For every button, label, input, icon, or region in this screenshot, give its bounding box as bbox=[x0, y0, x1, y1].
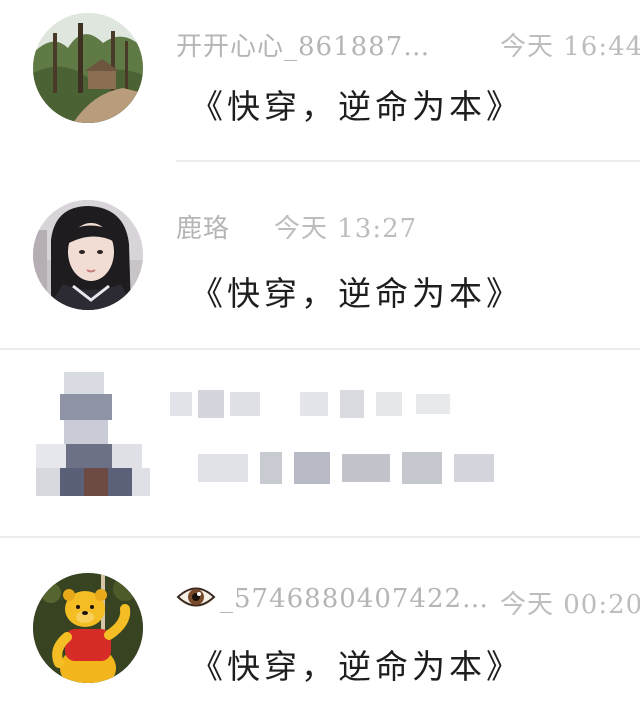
winnie-the-pooh-avatar bbox=[33, 573, 143, 683]
forest-photo-avatar bbox=[33, 13, 143, 123]
pixelated-message bbox=[198, 448, 498, 488]
eye-icon bbox=[176, 584, 216, 617]
avatar[interactable] bbox=[33, 573, 143, 683]
comment-text: 《快穿，逆命为本》 bbox=[190, 647, 523, 686]
comment-header: 鹿珞 今天 13:27 bbox=[176, 208, 416, 245]
comment-item[interactable]: _5746880407422… 今天 00:20 《快穿，逆命为本》 bbox=[0, 540, 640, 721]
comment-item-censored[interactable] bbox=[0, 350, 640, 540]
comment-text: 《快穿，逆命为本》 bbox=[190, 87, 523, 126]
comment-list: 开开心心_861887… 今天 16:44 《快穿，逆命为本》 鹿珞 今天 13… bbox=[0, 0, 640, 721]
girl-portrait-avatar bbox=[33, 200, 143, 310]
divider bbox=[176, 160, 640, 162]
comment-header: _5746880407422… 今天 00:20 bbox=[176, 584, 640, 620]
comment-header: 开开心心_861887… 今天 16:44 bbox=[176, 26, 640, 63]
avatar[interactable] bbox=[33, 13, 143, 123]
timestamp: 今天 16:44 bbox=[500, 32, 640, 62]
comment-item[interactable]: 开开心心_861887… 今天 16:44 《快穿，逆命为本》 bbox=[0, 0, 640, 165]
comment-text: 《快穿，逆命为本》 bbox=[190, 274, 523, 313]
pixelated-avatar bbox=[36, 372, 156, 512]
divider bbox=[0, 536, 640, 538]
username[interactable]: _5746880407422… bbox=[220, 584, 489, 614]
pixelated-username bbox=[170, 388, 470, 422]
username[interactable]: 鹿珞 bbox=[176, 214, 230, 244]
timestamp: 今天 13:27 bbox=[274, 214, 418, 244]
username[interactable]: 开开心心_861887… bbox=[176, 32, 430, 62]
avatar[interactable] bbox=[33, 200, 143, 310]
timestamp: 今天 00:20 bbox=[500, 590, 640, 620]
comment-item[interactable]: 鹿珞 今天 13:27 《快穿，逆命为本》 bbox=[0, 165, 640, 350]
